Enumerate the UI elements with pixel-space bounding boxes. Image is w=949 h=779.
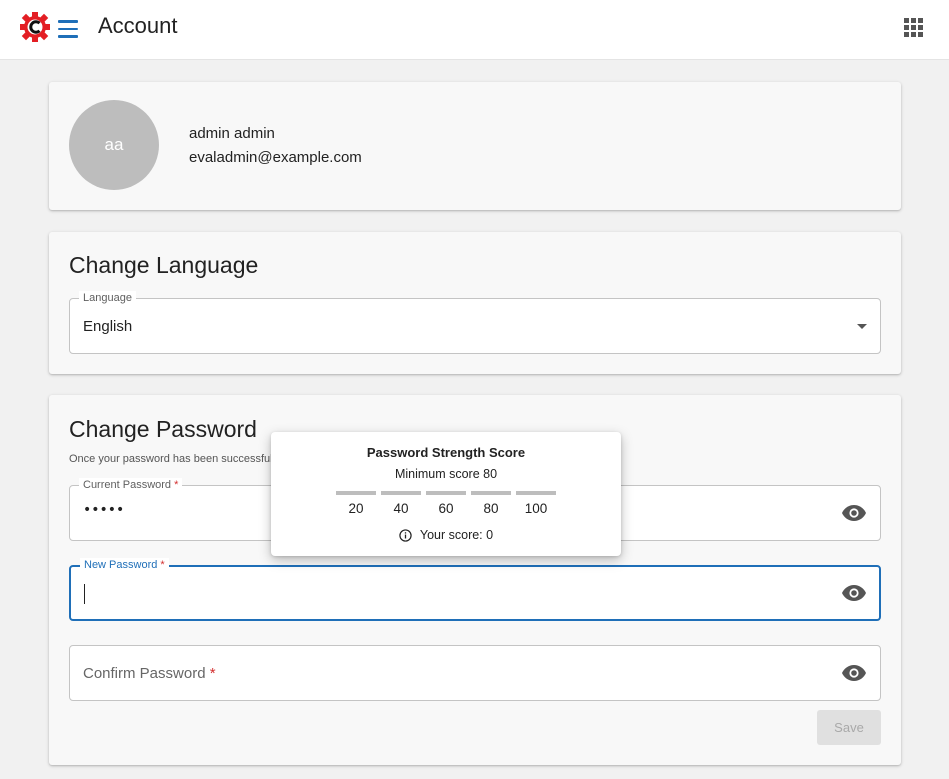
- confirm-password-field[interactable]: Confirm Password *: [69, 645, 881, 701]
- save-button[interactable]: Save: [817, 710, 881, 745]
- user-name: admin admin: [189, 125, 275, 142]
- gear-c-logo-icon[interactable]: [20, 10, 50, 44]
- apps-grid-icon[interactable]: [904, 18, 923, 37]
- user-email: evaladmin@example.com: [189, 149, 362, 166]
- password-section-title: Change Password: [69, 416, 257, 442]
- language-section-title: Change Language: [69, 252, 259, 278]
- your-score-text: Your score: 0: [419, 528, 494, 542]
- password-helper-text: Once your password has been successful: [69, 453, 273, 465]
- hamburger-menu-icon[interactable]: [56, 14, 80, 40]
- eye-icon[interactable]: [842, 584, 866, 602]
- score-segment: 60: [426, 491, 466, 516]
- score-tick: 20: [348, 501, 364, 516]
- chevron-down-icon[interactable]: [857, 324, 867, 329]
- current-password-label: Current Password *: [79, 478, 183, 492]
- page-title: Account: [98, 13, 178, 38]
- language-select[interactable]: Language English: [69, 291, 881, 354]
- confirm-password-label: Confirm Password *: [83, 665, 216, 682]
- score-tick: 40: [393, 501, 409, 516]
- score-segment: 80: [471, 491, 511, 516]
- score-segment: 40: [381, 491, 421, 516]
- avatar: aa: [69, 100, 159, 190]
- language-card: Change Language Language English: [49, 232, 901, 374]
- your-score: Your score: 0: [271, 528, 621, 542]
- score-scale: 20 40 60 80 100: [336, 491, 561, 516]
- app-bar: Account: [0, 0, 949, 60]
- score-segment: 20: [336, 491, 376, 516]
- score-tick: 80: [483, 501, 499, 516]
- new-password-field[interactable]: New Password *: [69, 558, 881, 621]
- popover-title: Password Strength Score: [366, 445, 526, 460]
- score-tick: 60: [438, 501, 454, 516]
- password-strength-popover: Password Strength Score Minimum score 80…: [271, 432, 621, 556]
- minimum-score: Minimum score 80: [394, 467, 498, 481]
- score-tick: 100: [524, 501, 548, 516]
- profile-card: aa admin admin evaladmin@example.com: [49, 82, 901, 210]
- eye-icon[interactable]: [842, 504, 866, 522]
- current-password-value: •••••: [83, 502, 125, 518]
- info-icon: [399, 528, 412, 542]
- new-password-label: New Password *: [80, 558, 169, 572]
- score-segment: 100: [516, 491, 556, 516]
- text-cursor: [84, 584, 85, 604]
- eye-icon[interactable]: [842, 664, 866, 682]
- language-field-label: Language: [79, 291, 136, 305]
- language-value: English: [83, 318, 133, 335]
